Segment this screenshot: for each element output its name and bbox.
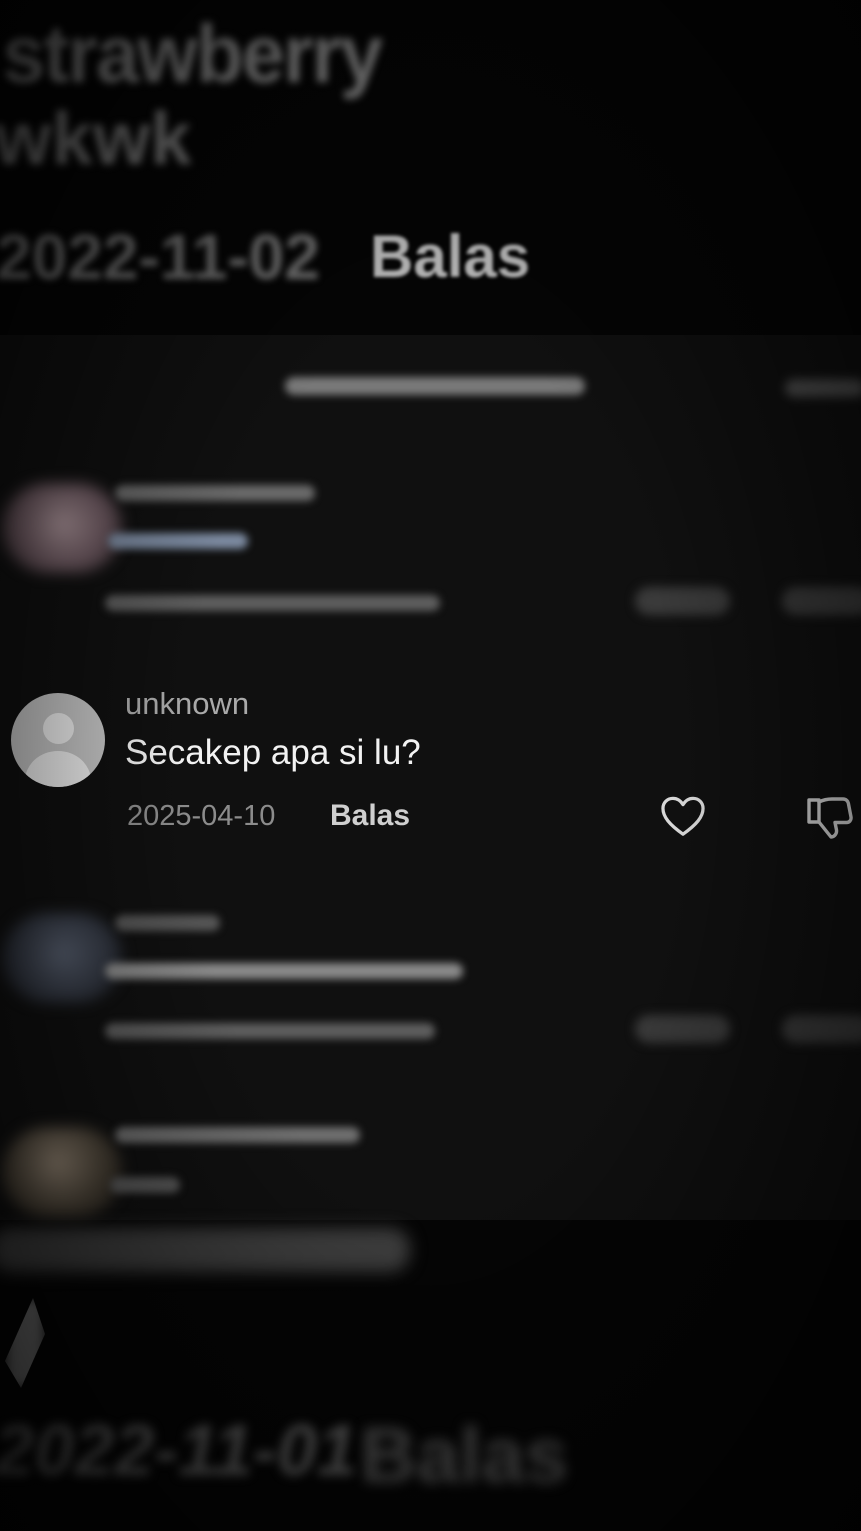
- default-avatar-icon[interactable]: [11, 693, 105, 787]
- previous-reply-button[interactable]: Balas: [370, 222, 530, 291]
- previous-comment-text: wkwk: [0, 97, 192, 180]
- heart-outline-icon[interactable]: [660, 796, 706, 838]
- previous-comment-date: 2022-11-02: [0, 221, 320, 293]
- blurred-meta: [105, 595, 440, 611]
- avatar: [2, 483, 122, 573]
- blurred-text: [0, 1228, 410, 1272]
- blurred-like: [635, 1015, 730, 1043]
- blurred-comment: [0, 905, 861, 1055]
- blurred-meta: [105, 1023, 435, 1039]
- avatar: [2, 913, 122, 1003]
- blurred-dislike: [782, 1015, 861, 1043]
- blurred-username: [115, 1127, 360, 1143]
- blurred-text: [105, 963, 463, 979]
- next-reply-button[interactable]: Balas: [360, 1410, 568, 1501]
- previous-username: strawberry: [1, 9, 383, 100]
- blurred-icon: [5, 1298, 45, 1388]
- next-comment-blurred: 2022-11-01 Balas: [0, 1220, 861, 1531]
- blurred-comment: [0, 475, 861, 625]
- comment-item: unknown Secakep apa si lu? 2025-04-10 Ba…: [0, 686, 861, 850]
- blurred-username: [115, 915, 220, 931]
- thumbs-down-icon[interactable]: [805, 796, 853, 840]
- comment-username[interactable]: unknown: [125, 686, 249, 722]
- panel-header-action-blurred: [785, 379, 861, 397]
- blurred-dislike: [782, 587, 861, 615]
- blurred-text: [110, 1177, 180, 1193]
- previous-comment-blurred: strawberry wkwk 2022-11-02 Balas: [0, 0, 861, 330]
- panel-header-blurred: [285, 377, 585, 395]
- comment-date: 2025-04-10: [127, 800, 276, 832]
- blurred-text: [108, 533, 248, 549]
- blurred-like: [635, 587, 730, 615]
- reply-button[interactable]: Balas: [330, 799, 410, 833]
- avatar: [2, 1127, 122, 1217]
- blurred-username: [115, 485, 315, 501]
- next-comment-date: 2022-11-01: [0, 1411, 357, 1491]
- comment-text: Secakep apa si lu?: [125, 733, 421, 772]
